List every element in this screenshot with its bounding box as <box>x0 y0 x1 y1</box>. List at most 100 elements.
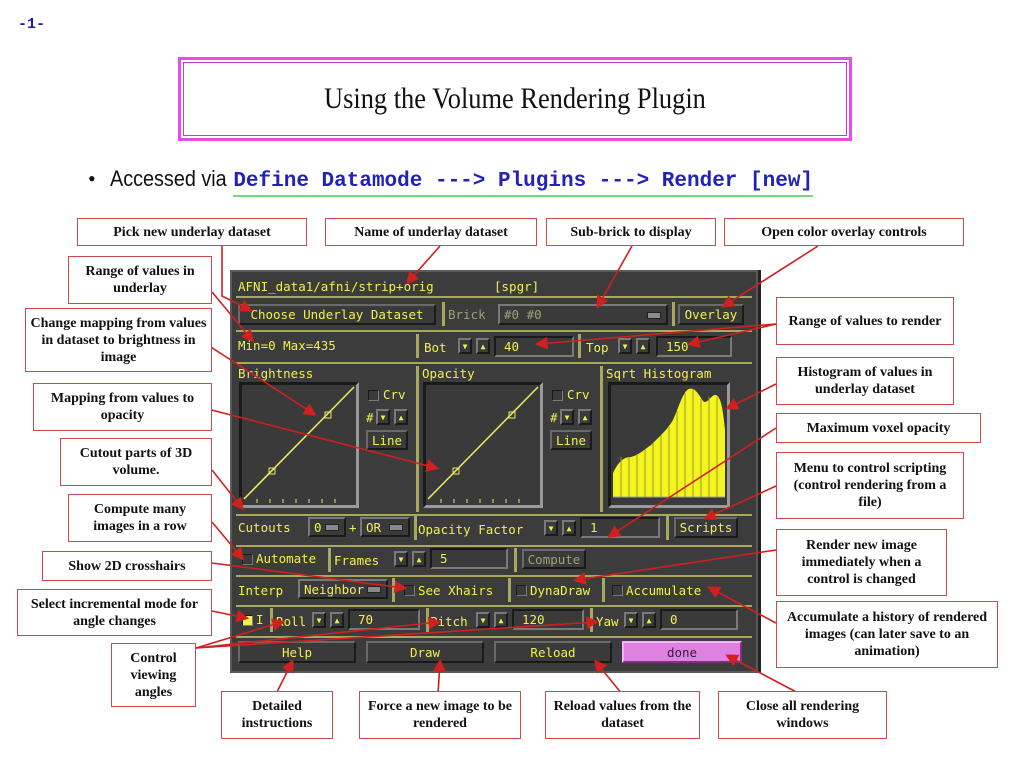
bot-label: Bot <box>424 340 447 355</box>
dataset-name: AFNI_data1/afni/strip+orig <box>238 279 434 294</box>
brick-selector[interactable]: #0 #0 <box>498 304 668 325</box>
frames-inc-button[interactable]: ▲ <box>412 551 426 567</box>
opacity-line-button[interactable]: Line <box>550 430 592 450</box>
top-increment-button[interactable]: ▲ <box>636 338 650 354</box>
dataset-type: [spgr] <box>494 279 540 294</box>
brightness-curve <box>243 386 355 503</box>
see-xhairs-label: See Xhairs <box>418 583 494 598</box>
top-decrement-button[interactable]: ▼ <box>618 338 632 354</box>
choose-underlay-button[interactable]: Choose Underlay Dataset <box>238 304 436 325</box>
dropdown-indicator-icon <box>647 311 661 319</box>
callout-dynadraw: Render new image immediately when a cont… <box>776 529 947 596</box>
callout-viewing-angles: Control viewing angles <box>111 643 196 707</box>
render-plugin-panel: AFNI_data1/afni/strip+orig [spgr] Choose… <box>230 270 758 673</box>
incremental-checkbox[interactable] <box>242 615 253 626</box>
callout-mapping-opacity: Mapping from values to opacity <box>33 383 212 431</box>
opacity-crv-label: Crv <box>567 387 590 402</box>
top-input[interactable]: 150 <box>656 336 732 357</box>
automate-label: Automate <box>256 551 317 566</box>
callout-range-render: Range of values to render <box>776 297 954 345</box>
opacity-dec-button[interactable]: ▼ <box>560 409 574 425</box>
opacity-factor-inc-button[interactable]: ▲ <box>562 520 576 536</box>
menu-path: Define Datamode ---> Plugins ---> Render… <box>233 170 814 197</box>
brightness-hash-label: # <box>366 410 374 425</box>
opacity-factor-label: Opacity Factor <box>418 522 524 537</box>
bot-decrement-button[interactable]: ▼ <box>458 338 472 354</box>
yaw-input[interactable]: 0 <box>660 609 738 630</box>
interp-menu[interactable]: Neighbor <box>298 579 388 599</box>
interp-value: Neighbor <box>304 581 365 597</box>
roll-label: Roll <box>276 614 307 629</box>
cutouts-count-menu[interactable]: 0 <box>308 517 346 537</box>
slide-title: Using the Volume Rendering Plugin <box>324 82 706 115</box>
opacity-graph[interactable] <box>423 382 543 508</box>
callout-show-crosshairs: Show 2D crosshairs <box>42 551 212 581</box>
pitch-inc-button[interactable]: ▲ <box>494 612 508 628</box>
reload-button[interactable]: Reload <box>494 641 612 663</box>
callout-pick-underlay: Pick new underlay dataset <box>77 218 307 246</box>
opacity-factor-dec-button[interactable]: ▼ <box>544 520 558 536</box>
dynadraw-checkbox[interactable] <box>516 585 527 596</box>
brightness-line-button[interactable]: Line <box>366 430 408 450</box>
roll-input[interactable]: 70 <box>348 609 420 630</box>
bot-input[interactable]: 40 <box>494 336 574 357</box>
yaw-dec-button[interactable]: ▼ <box>624 612 638 628</box>
opacity-factor-input[interactable]: 1 <box>580 517 660 538</box>
callout-scripting: Menu to control scripting (control rende… <box>776 452 964 519</box>
cutouts-logic-menu[interactable]: OR <box>360 517 410 537</box>
cutouts-plus: + <box>349 520 357 535</box>
cutouts-count-value: 0 <box>314 519 322 535</box>
callout-change-mapping: Change mapping from values in dataset to… <box>25 308 212 372</box>
histogram-plot <box>613 388 725 498</box>
opacity-inc-button[interactable]: ▲ <box>578 409 592 425</box>
dropdown-indicator-icon <box>389 524 403 531</box>
incremental-label: I <box>256 612 264 627</box>
dropdown-indicator-icon <box>325 524 339 531</box>
opacity-label: Opacity <box>422 366 475 381</box>
dropdown-indicator-icon <box>367 586 381 593</box>
histogram-label: Sqrt Histogram <box>606 366 712 381</box>
done-button[interactable]: done <box>622 641 742 663</box>
brightness-crv-label: Crv <box>383 387 406 402</box>
top-label: Top <box>586 340 609 355</box>
see-xhairs-checkbox[interactable] <box>404 585 415 596</box>
help-button[interactable]: Help <box>238 641 356 663</box>
cutouts-logic-value: OR <box>366 519 382 535</box>
compute-button[interactable]: Compute <box>522 549 586 569</box>
brightness-inc-button[interactable]: ▲ <box>394 409 408 425</box>
brightness-crv-checkbox[interactable] <box>368 390 379 401</box>
callout-open-overlay: Open color overlay controls <box>724 218 964 246</box>
overlay-button[interactable]: Overlay <box>678 304 744 325</box>
yaw-inc-button[interactable]: ▲ <box>642 612 656 628</box>
brightness-graph[interactable] <box>239 382 359 508</box>
roll-inc-button[interactable]: ▲ <box>330 612 344 628</box>
page-number: -1- <box>18 16 46 33</box>
brightness-dec-button[interactable]: ▼ <box>376 409 390 425</box>
automate-checkbox[interactable] <box>242 554 253 565</box>
pitch-input[interactable]: 120 <box>512 609 584 630</box>
scripts-button[interactable]: Scripts <box>674 517 738 538</box>
opacity-crv-checkbox[interactable] <box>552 390 563 401</box>
draw-button[interactable]: Draw <box>366 641 484 663</box>
callout-incremental: Select incremental mode for angle change… <box>17 589 212 636</box>
bullet-lead: Accessed via <box>109 166 227 191</box>
roll-dec-button[interactable]: ▼ <box>312 612 326 628</box>
dynadraw-label: DynaDraw <box>530 583 591 598</box>
callout-range-underlay: Range of values in underlay <box>68 256 212 304</box>
opacity-curve <box>427 386 539 503</box>
bullet-dot-icon: • <box>88 166 96 191</box>
slide-title-box: Using the Volume Rendering Plugin <box>178 57 852 141</box>
frames-input[interactable]: 5 <box>430 548 508 569</box>
bot-increment-button[interactable]: ▲ <box>476 338 490 354</box>
histogram-graph <box>608 382 730 508</box>
brick-value: #0 #0 <box>504 307 542 322</box>
callout-cutout: Cutout parts of 3D volume. <box>60 438 212 486</box>
interp-label: Interp <box>238 583 284 598</box>
opacity-hash-label: # <box>550 410 558 425</box>
accumulate-checkbox[interactable] <box>612 585 623 596</box>
pitch-dec-button[interactable]: ▼ <box>476 612 490 628</box>
callout-compute-many: Compute many images in a row <box>68 494 212 542</box>
frames-dec-button[interactable]: ▼ <box>394 551 408 567</box>
callout-histogram: Histogram of values in underlay dataset <box>776 357 954 405</box>
range-text: Min=0 Max=435 <box>238 338 336 353</box>
